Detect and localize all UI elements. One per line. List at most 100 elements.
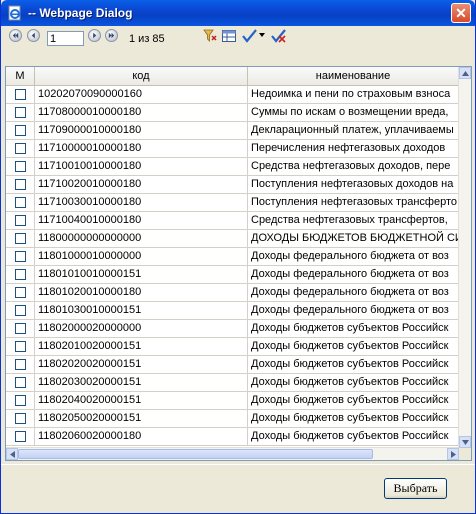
name-cell: Доходы бюджетов субъектов Российск <box>251 412 449 424</box>
table-row[interactable]: 11801030010000151 Доходы федерального бюд… <box>6 302 459 320</box>
select-cell <box>6 194 35 211</box>
prev-page-button[interactable] <box>27 29 40 42</box>
name-cell: ДОХОДЫ БЮДЖЕТОВ БЮДЖЕТНОЙ СИС <box>251 232 459 244</box>
arrow-up-icon <box>461 70 469 76</box>
filter-icon[interactable] <box>202 28 218 44</box>
code-cell: 11709000010000180 <box>35 122 248 139</box>
row-checkbox[interactable] <box>15 395 26 406</box>
row-checkbox[interactable] <box>15 341 26 352</box>
next-page-button[interactable] <box>88 29 101 42</box>
select-cell <box>6 176 35 193</box>
row-checkbox[interactable] <box>15 359 26 370</box>
table-row[interactable]: 11801000010000000 Доходы федерального бюд… <box>6 248 459 266</box>
grid-rows: 10202070090000160 Недоимка и пени по стра… <box>6 86 459 446</box>
row-checkbox[interactable] <box>15 305 26 316</box>
first-page-button[interactable] <box>9 29 22 42</box>
code-cell: 11710020010000180 <box>35 176 248 193</box>
scroll-left-button[interactable] <box>6 448 18 460</box>
name-cell: Доходы бюджетов субъектов Российск <box>251 394 449 406</box>
row-checkbox[interactable] <box>15 143 26 154</box>
close-button[interactable]: ✕ <box>451 3 471 23</box>
row-checkbox[interactable] <box>15 233 26 244</box>
select-cell <box>6 284 35 301</box>
scroll-right-button[interactable] <box>447 448 459 460</box>
first-page-icon <box>12 32 19 39</box>
row-checkbox[interactable] <box>15 377 26 388</box>
select-button[interactable]: Выбрать <box>384 478 447 499</box>
table-row[interactable]: 11802020020000151 Доходы бюджетов субъект… <box>6 356 459 374</box>
row-checkbox[interactable] <box>15 107 26 118</box>
table-row[interactable]: 10202070090000160 Недоимка и пени по стра… <box>6 86 459 104</box>
table-row[interactable]: 11802060020000180 Доходы бюджетов субъект… <box>6 428 459 446</box>
code-cell: 11710030010000180 <box>35 194 248 211</box>
row-checkbox[interactable] <box>15 323 26 334</box>
arrow-left-icon <box>9 450 15 458</box>
column-header-mark[interactable]: M <box>6 67 35 85</box>
horizontal-scrollbar[interactable] <box>6 447 459 460</box>
row-checkbox[interactable] <box>15 215 26 226</box>
page-info: 1 из 85 <box>129 33 165 45</box>
row-checkbox[interactable] <box>15 287 26 298</box>
table-row[interactable]: 11709000010000180 Декларационный платеж, … <box>6 122 459 140</box>
title-bar: -- Webpage Dialog ✕ <box>1 0 475 26</box>
table-row[interactable]: 11710040010000180 Средства нефтегазовых т… <box>6 212 459 230</box>
next-page-icon <box>93 32 97 39</box>
table-row[interactable]: 11801010010000151 Доходы федерального бюд… <box>6 266 459 284</box>
name-cell: Доходы бюджетов субъектов Российск <box>251 358 449 370</box>
name-cell: Доходы бюджетов субъектов Российск <box>251 430 449 442</box>
name-cell: Доходы федерального бюджета от воз <box>251 250 449 262</box>
uncheck-icon[interactable] <box>271 28 287 44</box>
scroll-up-button[interactable] <box>459 67 471 79</box>
table-row[interactable]: 11708000010000180 Суммы по искам о возмещ… <box>6 104 459 122</box>
code-cell: 11801000010000000 <box>35 248 248 265</box>
page-number-input[interactable] <box>47 31 84 46</box>
select-cell <box>6 338 35 355</box>
code-cell: 11801030010000151 <box>35 302 248 319</box>
column-header-code[interactable]: код <box>35 67 248 85</box>
table-row[interactable]: 11710010010000180 Средства нефтегазовых д… <box>6 158 459 176</box>
row-checkbox[interactable] <box>15 161 26 172</box>
table-row[interactable]: 11801020010000180 Доходы федерального бюд… <box>6 284 459 302</box>
last-page-button[interactable] <box>105 29 118 42</box>
row-checkbox[interactable] <box>15 125 26 136</box>
last-page-icon <box>108 32 115 39</box>
table-row[interactable]: 11802010020000151 Доходы бюджетов субъект… <box>6 338 459 356</box>
table-row[interactable]: 11802050020000151 Доходы бюджетов субъект… <box>6 410 459 428</box>
name-cell: Средства нефтегазовых трансфертов, <box>251 214 448 226</box>
name-cell: Доходы бюджетов субъектов Российск <box>251 340 449 352</box>
column-header-name[interactable]: наименование <box>248 67 459 85</box>
columns-icon[interactable] <box>221 28 237 44</box>
table-row[interactable]: 11710000010000180 Перечисления нефтегазов… <box>6 140 459 158</box>
table-row[interactable]: 11800000000000000 ДОХОДЫ БЮДЖЕТОВ БЮДЖЕТН… <box>6 230 459 248</box>
select-cell <box>6 248 35 265</box>
code-cell: 11802030020000151 <box>35 374 248 391</box>
select-cell <box>6 356 35 373</box>
row-checkbox[interactable] <box>15 413 26 424</box>
row-checkbox[interactable] <box>15 179 26 190</box>
row-checkbox[interactable] <box>15 269 26 280</box>
scroll-down-button[interactable] <box>459 436 471 448</box>
table-row[interactable]: 11710020010000180 Поступления нефтегазовы… <box>6 176 459 194</box>
table-row[interactable]: 11710030010000180 Поступления нефтегазовы… <box>6 194 459 212</box>
vertical-scrollbar[interactable] <box>458 67 471 448</box>
scrollbar-corner <box>459 448 471 460</box>
row-checkbox[interactable] <box>15 89 26 100</box>
name-cell: Перечисления нефтегазовых доходов <box>251 142 446 154</box>
code-cell: 11710000010000180 <box>35 140 248 157</box>
row-checkbox[interactable] <box>15 197 26 208</box>
table-row[interactable]: 11802030020000151 Доходы бюджетов субъект… <box>6 374 459 392</box>
table-row[interactable]: 11802040020000151 Доходы бюджетов субъект… <box>6 392 459 410</box>
table-row[interactable]: 11802000020000000 Доходы бюджетов субъект… <box>6 320 459 338</box>
row-checkbox[interactable] <box>15 251 26 262</box>
select-cell <box>6 140 35 157</box>
select-cell <box>6 392 35 409</box>
checkmark-icon[interactable] <box>242 28 265 44</box>
grid-header: M код наименование <box>6 67 471 86</box>
window-title: -- Webpage Dialog <box>28 6 133 20</box>
row-checkbox[interactable] <box>15 431 26 442</box>
pager-toolbar: 1 из 85 <box>5 28 471 48</box>
horizontal-scroll-thumb[interactable] <box>18 449 373 459</box>
code-cell: 11708000010000180 <box>35 104 248 121</box>
name-cell: Доходы федерального бюджета от воз <box>251 304 449 316</box>
select-cell <box>6 302 35 319</box>
